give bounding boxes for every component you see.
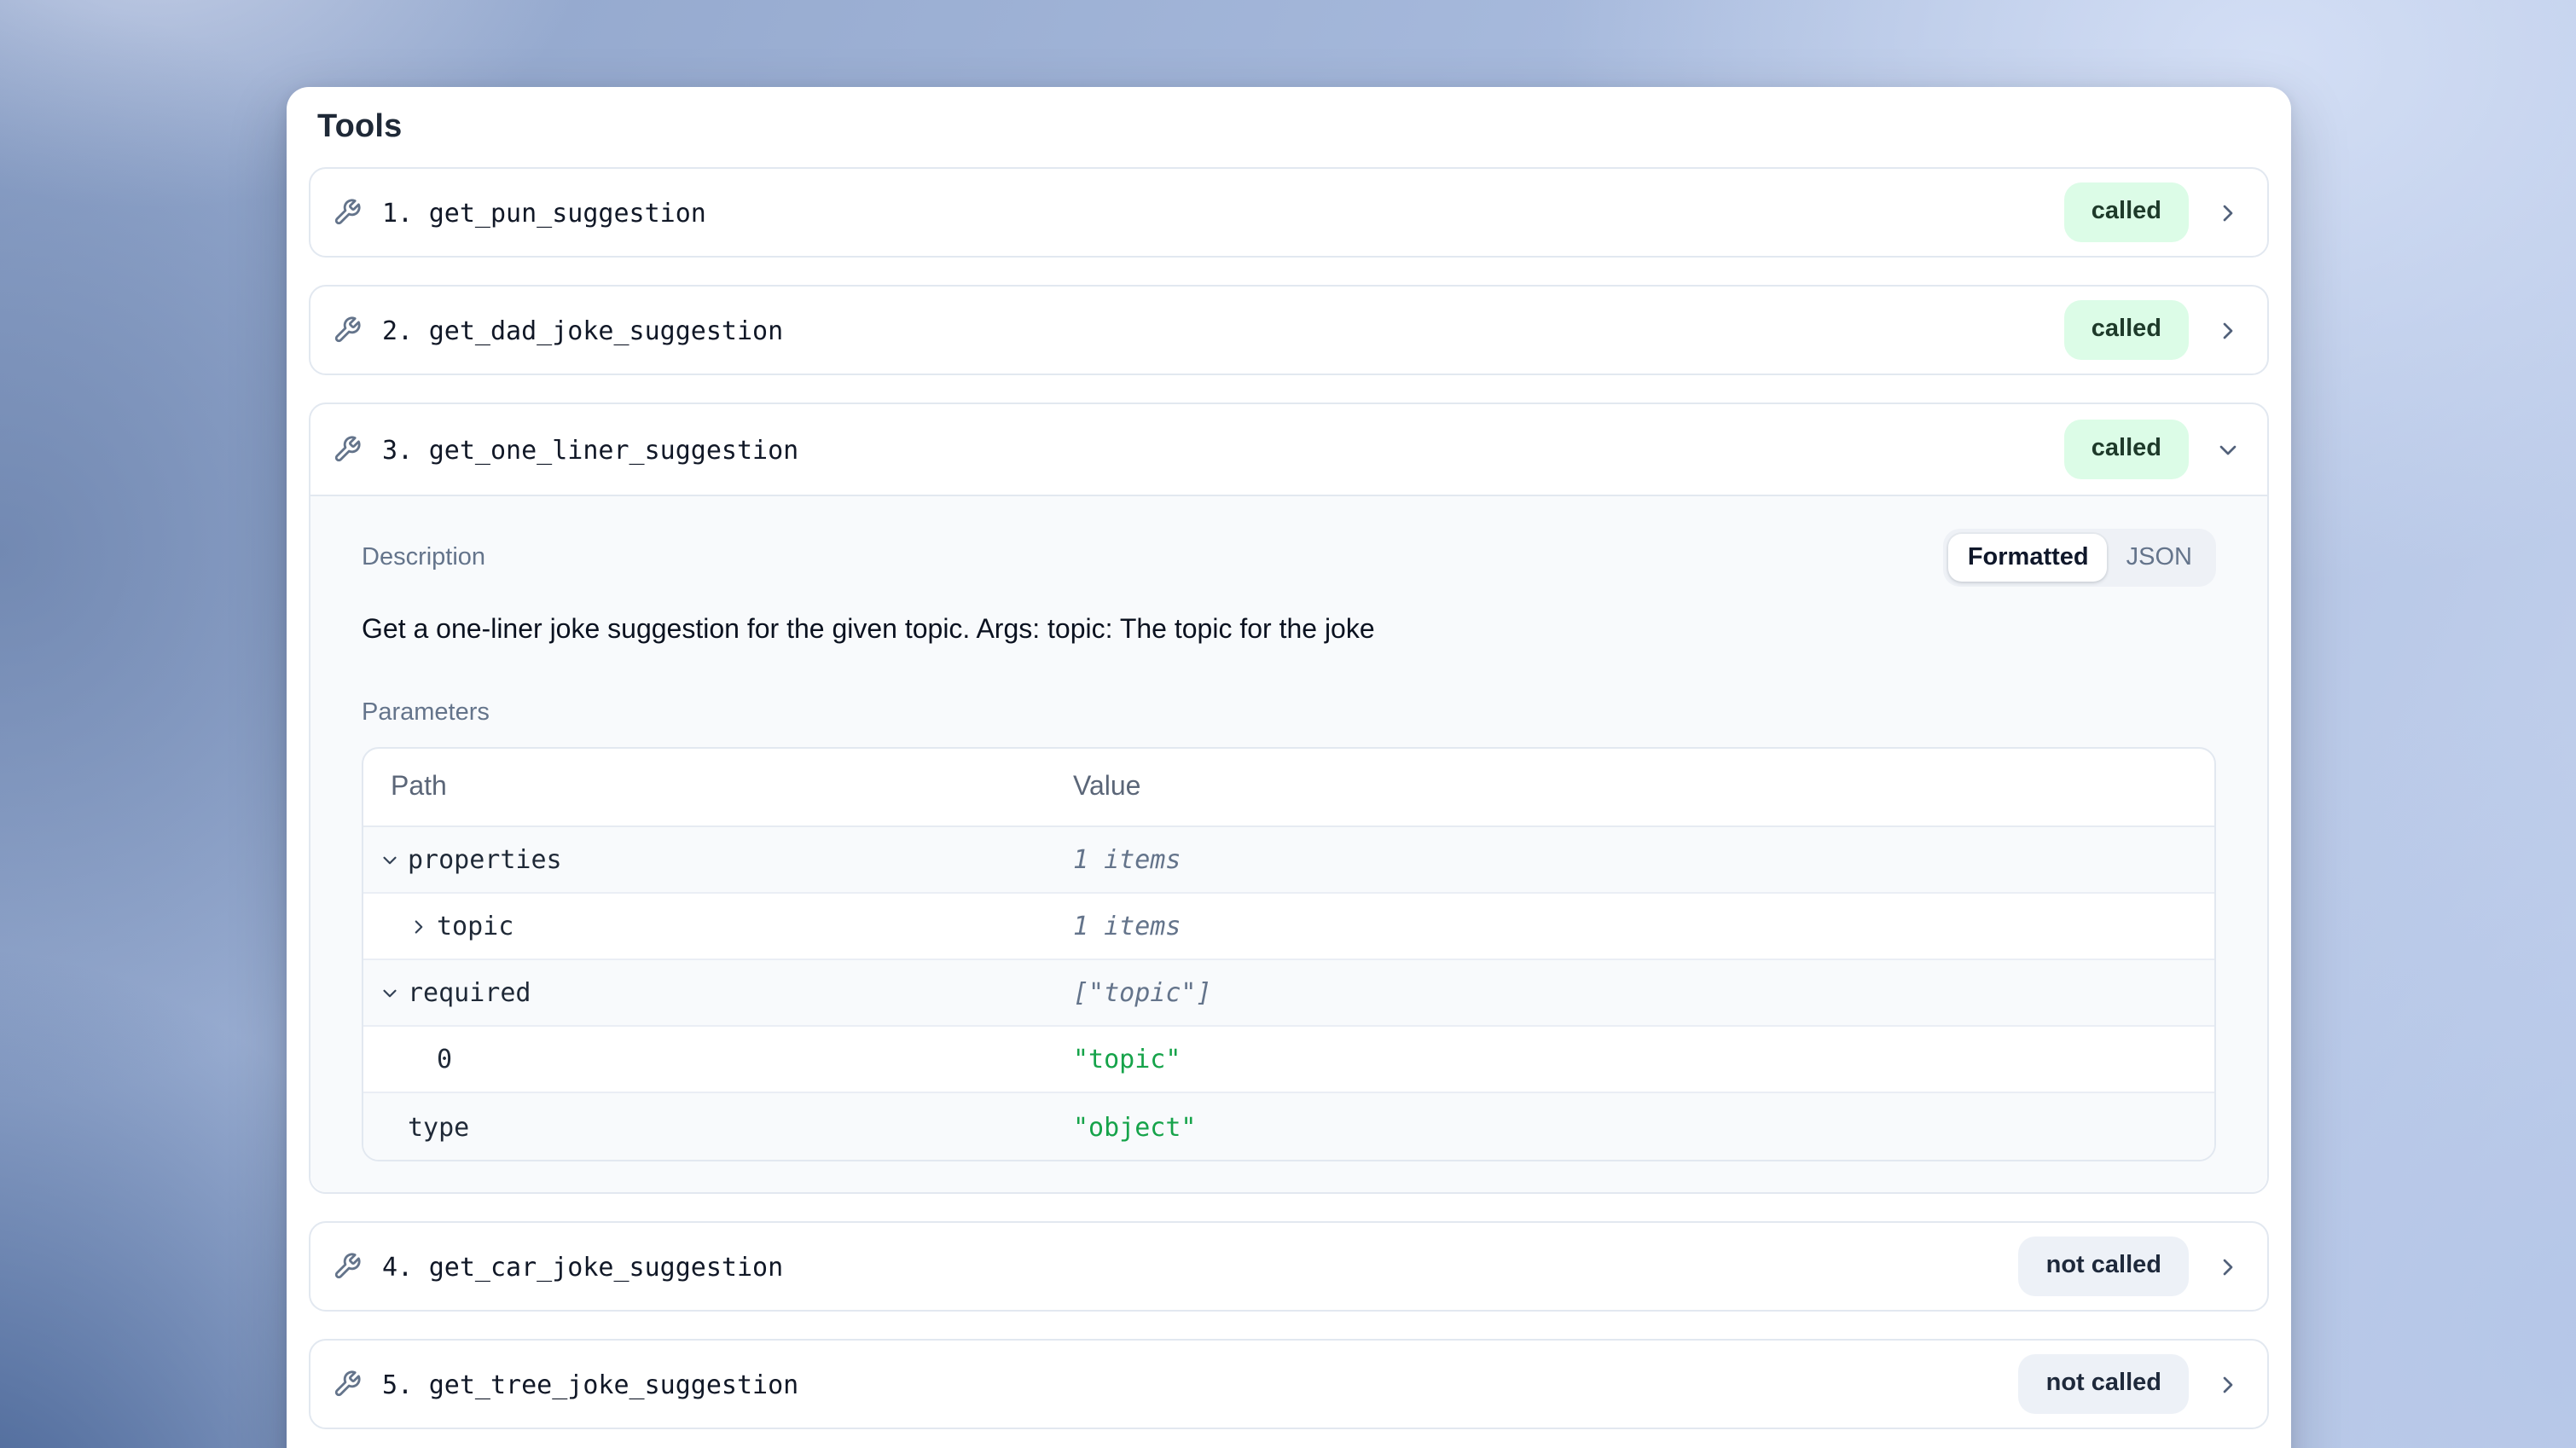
chevron-right-icon <box>2214 316 2242 344</box>
tool-card-expanded: 3. get_one_liner_suggestion called Descri… <box>309 403 2269 1194</box>
chevron-down-icon <box>379 849 401 871</box>
json-tab[interactable]: JSON <box>2108 534 2211 582</box>
desktop-background: Tools 1. get_pun_suggestion called 2. get_… <box>0 0 2576 1448</box>
tool-number: 3. <box>382 434 413 465</box>
wrench-icon <box>333 1370 362 1399</box>
tool-number: 1. <box>382 197 413 228</box>
tool-row-2[interactable]: 2. get_dad_joke_suggestion called <box>309 285 2269 375</box>
tool-detail-panel: Description Formatted JSON Get a one-lin… <box>310 495 2267 1192</box>
param-value: 1 items <box>1073 844 2214 875</box>
param-row-0: 0 "topic" <box>363 1027 2214 1093</box>
tool-name: 4. get_car_joke_suggestion <box>382 1251 783 1282</box>
param-key: 0 <box>437 1044 452 1074</box>
tools-panel: Tools 1. get_pun_suggestion called 2. get_… <box>287 87 2291 1448</box>
description-label: Description <box>362 541 485 575</box>
chevron-down-icon <box>379 982 401 1004</box>
value-column-header: Value <box>1073 772 2214 802</box>
chevron-right-icon <box>408 915 430 937</box>
tool-number: 4. <box>382 1251 413 1282</box>
chevron-right-icon <box>2214 1253 2242 1280</box>
tool-name: 5. get_tree_joke_suggestion <box>382 1369 798 1399</box>
wrench-icon <box>333 1252 362 1281</box>
param-key: required <box>408 977 531 1008</box>
param-row-type: type "object" <box>363 1093 2214 1160</box>
param-key: topic <box>437 911 513 941</box>
path-column-header: Path <box>363 772 1073 802</box>
tool-name: 1. get_pun_suggestion <box>382 197 706 228</box>
tool-name-text: get_dad_joke_suggestion <box>429 315 783 345</box>
status-badge: not called <box>2019 1237 2189 1296</box>
wrench-icon <box>333 316 362 345</box>
chevron-right-icon <box>2214 1370 2242 1398</box>
wrench-icon <box>333 198 362 227</box>
param-value: "topic" <box>1073 1044 2214 1074</box>
tool-name: 3. get_one_liner_suggestion <box>382 434 798 465</box>
tool-name: 2. get_dad_joke_suggestion <box>382 315 783 345</box>
chevron-down-icon <box>2214 436 2242 463</box>
tool-row-3[interactable]: 3. get_one_liner_suggestion called <box>310 404 2267 495</box>
param-row-properties[interactable]: properties 1 items <box>363 827 2214 894</box>
param-value: 1 items <box>1073 911 2214 941</box>
tool-number: 5. <box>382 1369 413 1399</box>
tool-name-text: get_one_liner_suggestion <box>429 434 799 465</box>
param-value: "object" <box>1073 1111 2214 1142</box>
status-badge: called <box>2064 420 2189 479</box>
chevron-right-icon <box>2214 199 2242 226</box>
tool-list: 1. get_pun_suggestion called 2. get_dad_jo… <box>309 167 2269 1429</box>
tool-row-1[interactable]: 1. get_pun_suggestion called <box>309 167 2269 258</box>
panel-title: Tools <box>317 111 2269 145</box>
tool-row-5[interactable]: 5. get_tree_joke_suggestion not called <box>309 1339 2269 1429</box>
view-toggle: Formatted JSON <box>1944 529 2216 587</box>
param-row-required[interactable]: required ["topic"] <box>363 960 2214 1027</box>
tool-name-text: get_pun_suggestion <box>429 197 706 228</box>
tool-number: 2. <box>382 315 413 345</box>
parameters-label: Parameters <box>362 696 2216 730</box>
param-value: ["topic"] <box>1073 977 2214 1008</box>
tool-name-text: get_car_joke_suggestion <box>429 1251 783 1282</box>
param-key: type <box>408 1111 469 1142</box>
status-badge: called <box>2064 183 2189 242</box>
param-row-topic[interactable]: topic 1 items <box>363 894 2214 960</box>
formatted-tab[interactable]: Formatted <box>1949 534 2108 582</box>
tool-name-text: get_tree_joke_suggestion <box>429 1369 799 1399</box>
tool-description: Get a one-liner joke suggestion for the … <box>362 611 2216 650</box>
status-badge: not called <box>2019 1355 2189 1414</box>
parameters-table: Path Value properties 1 items <box>362 747 2216 1161</box>
table-header-row: Path Value <box>363 749 2214 827</box>
tool-row-4[interactable]: 4. get_car_joke_suggestion not called <box>309 1221 2269 1312</box>
param-key: properties <box>408 844 562 875</box>
status-badge: called <box>2064 301 2189 360</box>
wrench-icon <box>333 435 362 464</box>
